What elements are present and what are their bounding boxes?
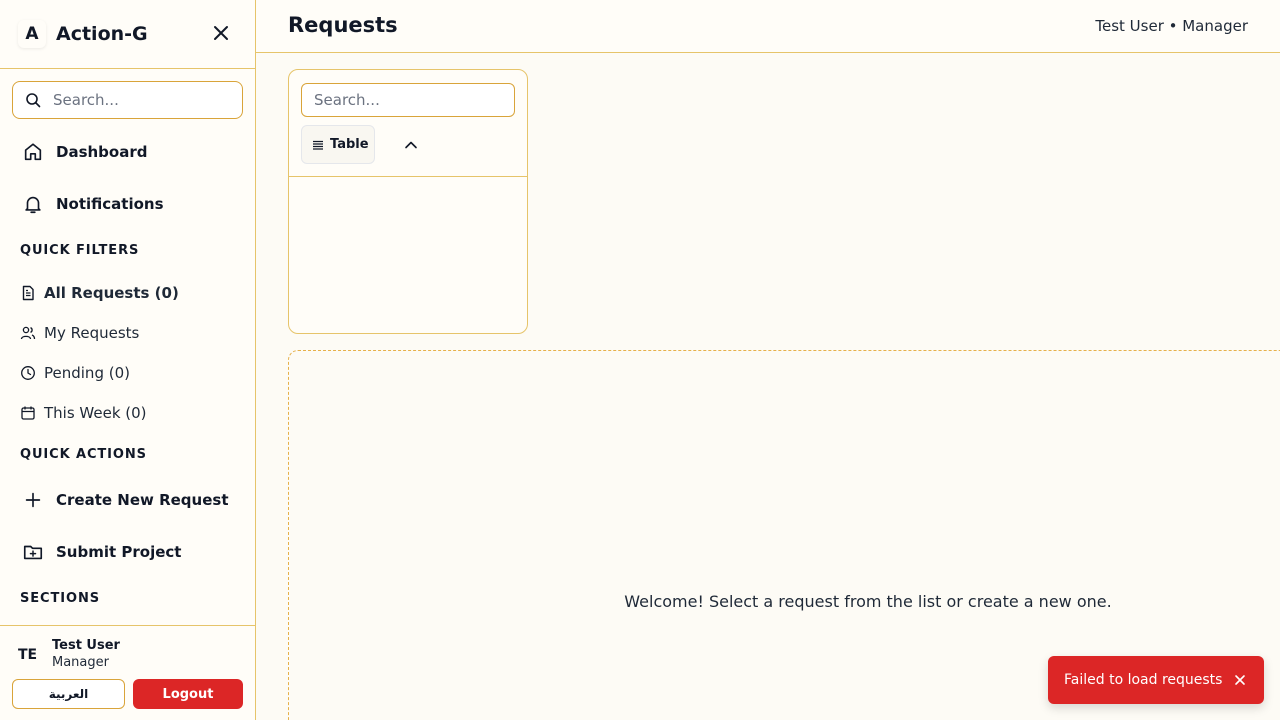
search-icon — [26, 93, 41, 108]
sidebar-search-placeholder: Search... — [53, 91, 119, 109]
filter-label: This Week (0) — [44, 404, 147, 422]
error-toast: Failed to load requests — [1048, 656, 1264, 704]
sidebar-item-label: Dashboard — [56, 143, 148, 161]
avatar: TE — [18, 647, 38, 663]
calendar-icon — [21, 406, 35, 420]
create-new-request-button[interactable]: Create New Request — [22, 489, 229, 511]
user-role: Manager — [52, 655, 109, 670]
home-icon — [24, 143, 42, 161]
filter-label: Pending (0) — [44, 364, 130, 382]
close-icon[interactable] — [1234, 674, 1246, 686]
filter-my-requests[interactable]: My Requests — [20, 324, 139, 342]
filter-pending[interactable]: Pending (0) — [20, 364, 130, 382]
list-divider — [289, 176, 527, 177]
filter-this-week[interactable]: This Week (0) — [20, 404, 147, 422]
sidebar-item-notifications[interactable]: Notifications — [22, 193, 164, 215]
sidebar-item-label: Notifications — [56, 195, 164, 213]
logout-button[interactable]: Logout — [133, 679, 243, 709]
language-toggle-button[interactable]: العربية — [12, 679, 125, 709]
folder-plus-icon — [23, 545, 43, 560]
filter-label: My Requests — [44, 324, 140, 342]
page-title: Requests — [288, 13, 398, 37]
toast-message: Failed to load requests — [1064, 672, 1223, 688]
request-search-input[interactable]: Search... — [301, 83, 515, 117]
sections-heading: SECTIONS — [20, 591, 100, 606]
sidebar-search-input[interactable]: Search... — [12, 81, 243, 119]
close-icon[interactable] — [212, 24, 230, 42]
document-icon — [22, 285, 34, 301]
table-view-label: Table — [330, 137, 369, 152]
quick-actions-heading: QUICK ACTIONS — [20, 447, 147, 462]
chevron-up-icon[interactable] — [403, 137, 419, 153]
header-user-info: Test User • Manager — [1095, 17, 1248, 35]
user-name: Test User — [52, 638, 120, 653]
action-label: Submit Project — [56, 543, 182, 561]
filter-all-requests[interactable]: All Requests (0) — [20, 284, 179, 302]
clock-icon — [21, 366, 35, 380]
sidebar-item-dashboard[interactable]: Dashboard — [22, 141, 147, 163]
list-icon — [313, 140, 323, 150]
brand-header: A Action-G — [0, 0, 255, 69]
bell-icon — [25, 196, 41, 214]
action-label: Create New Request — [56, 491, 229, 509]
plus-icon — [25, 492, 41, 508]
request-list-panel: Search... Table — [288, 69, 528, 334]
user-profile-block: TE Test User Manager العربية Logout — [0, 625, 255, 720]
submit-project-button[interactable]: Submit Project — [22, 541, 181, 563]
top-header: Requests Test User • Manager — [256, 0, 1280, 53]
users-icon — [20, 326, 36, 340]
app-name: Action-G — [56, 23, 148, 45]
welcome-message: Welcome! Select a request from the list … — [624, 592, 1112, 611]
sidebar: A Action-G Search... Dashboard Notificat… — [0, 0, 256, 720]
quick-filters-heading: QUICK FILTERS — [20, 243, 140, 258]
table-view-button[interactable]: Table — [301, 125, 375, 164]
app-logo: A — [18, 20, 46, 48]
filter-label: All Requests (0) — [44, 284, 179, 302]
